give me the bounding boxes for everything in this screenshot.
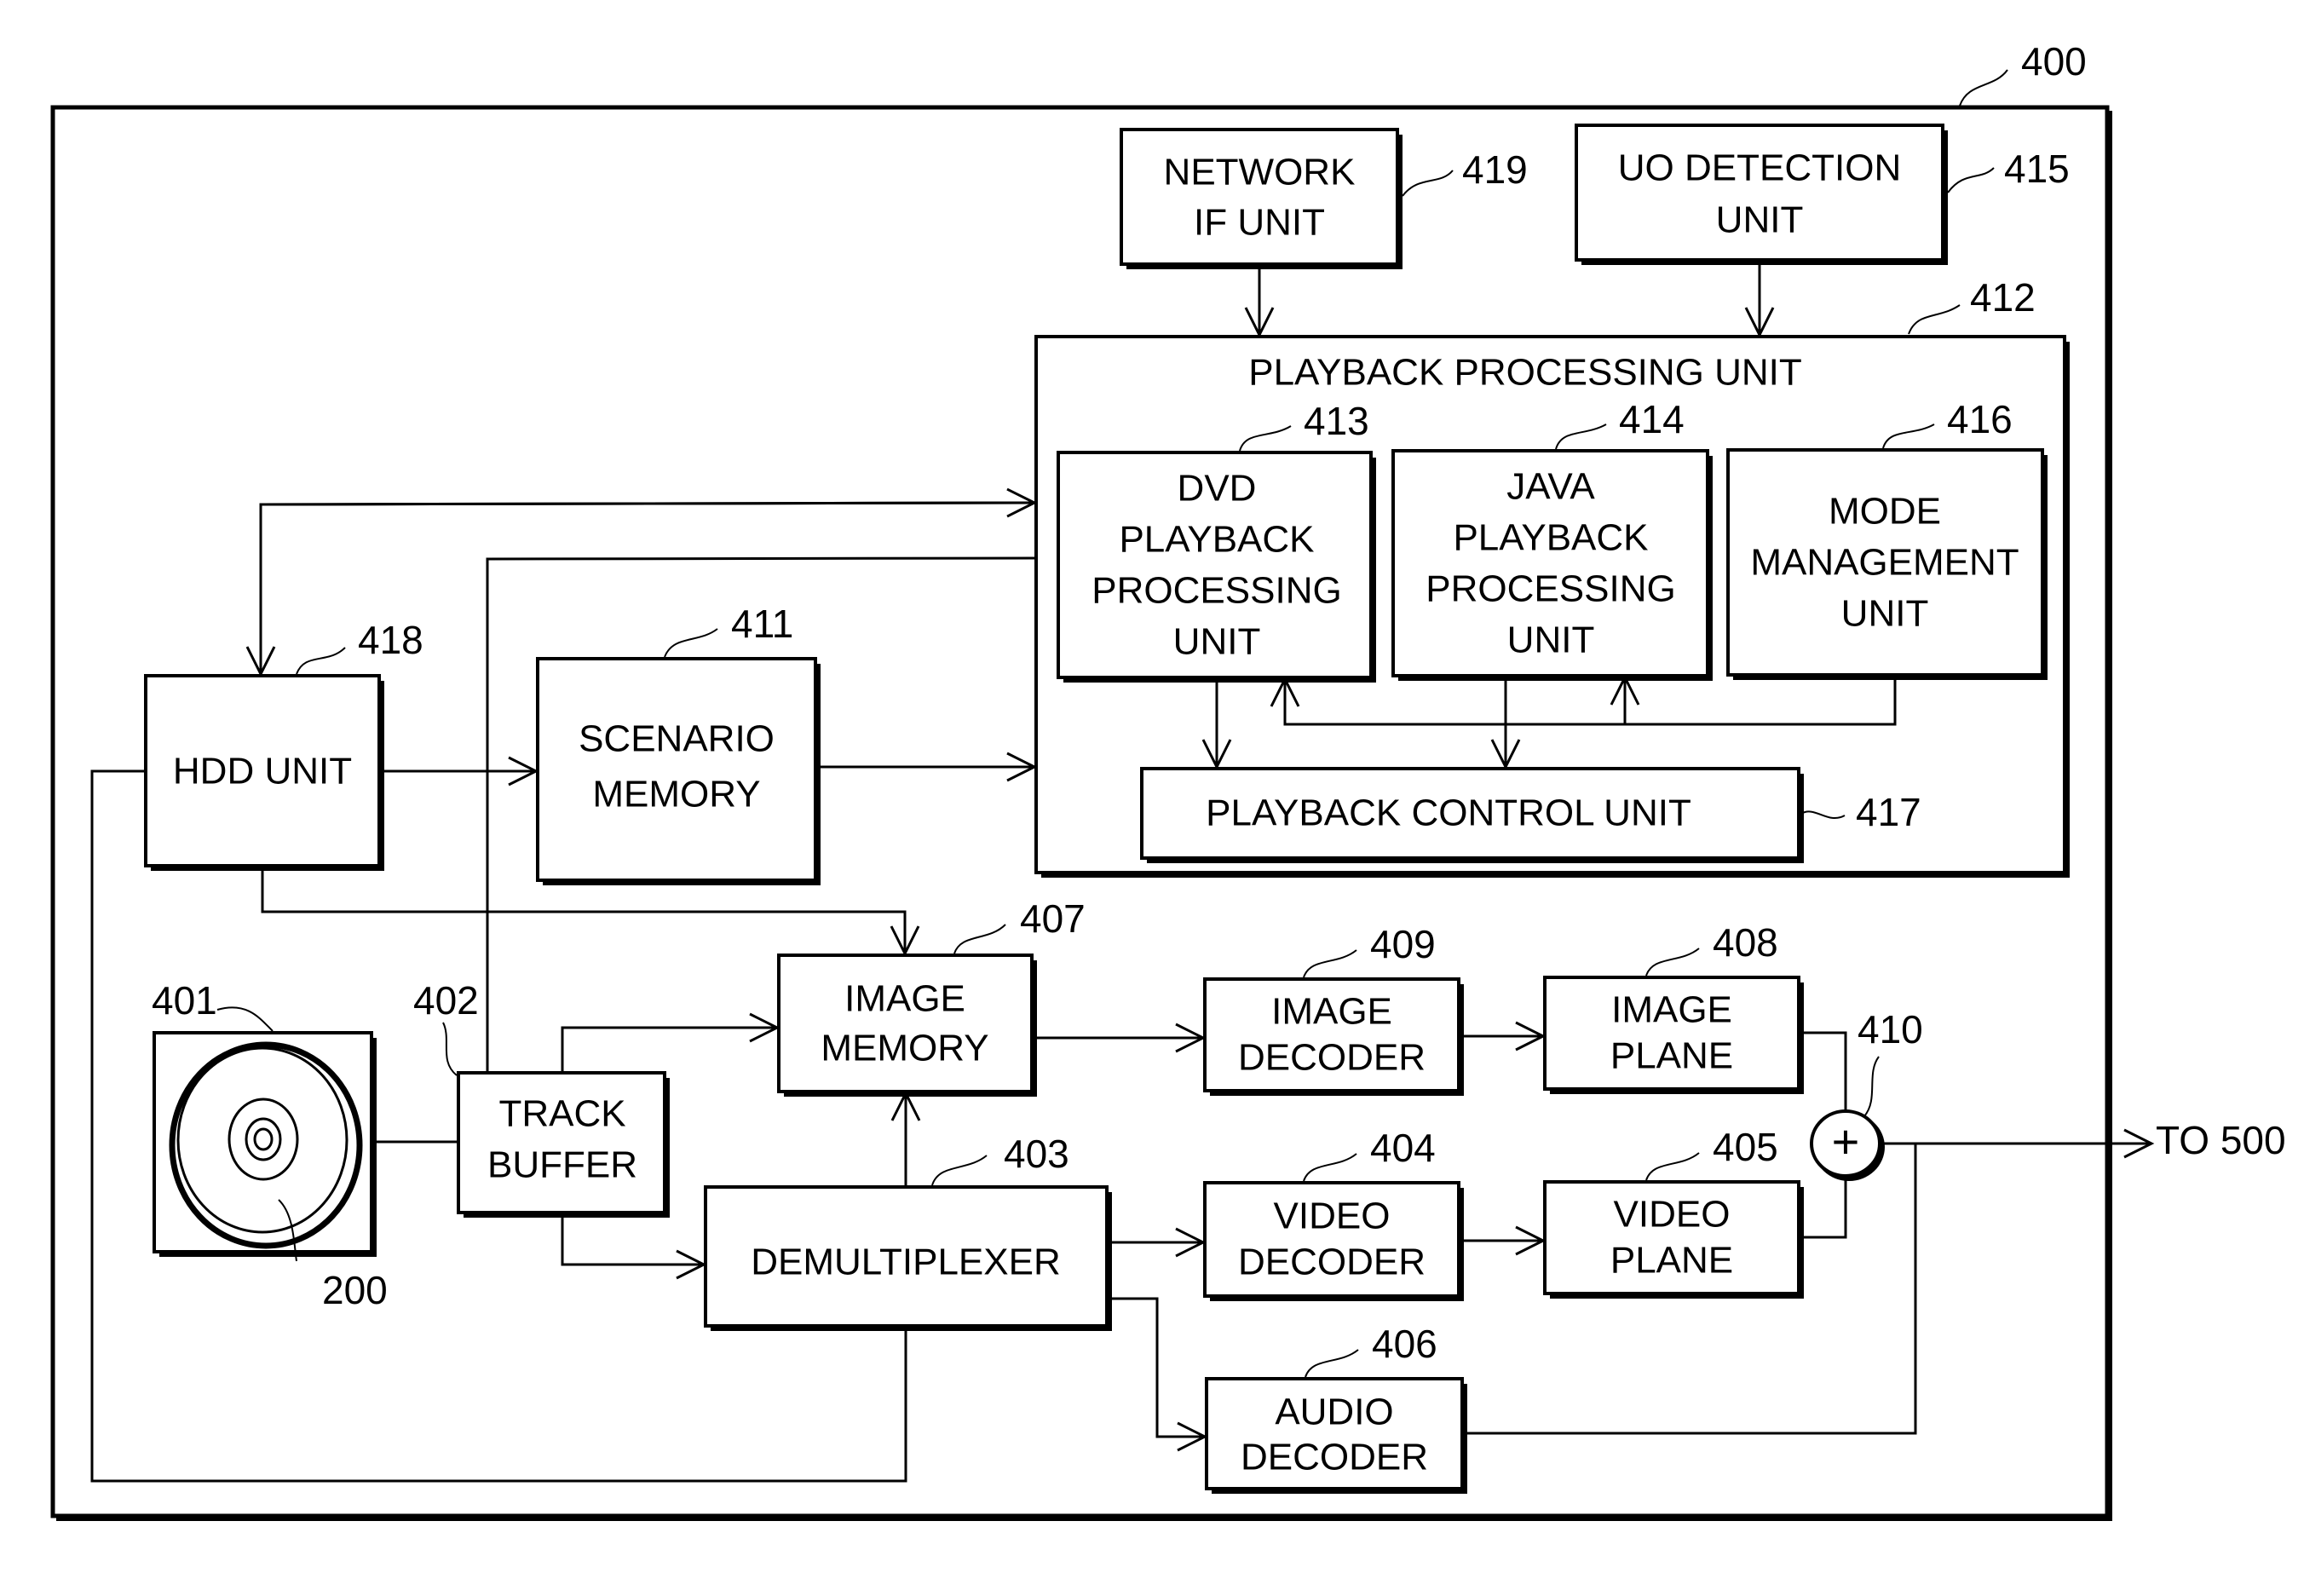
label-hdd: HDD UNIT xyxy=(173,751,352,792)
ref-411: 411 xyxy=(731,602,793,646)
label-audio-decoder-line1: AUDIO xyxy=(1275,1391,1393,1433)
ref-412: 412 xyxy=(1970,275,2036,320)
label-video-decoder-line1: VIDEO xyxy=(1274,1196,1391,1237)
label-mode-line1: MODE xyxy=(1829,491,1941,533)
label-image-memory-line2: MEMORY xyxy=(821,1028,988,1069)
ref-403: 403 xyxy=(1004,1132,1069,1176)
ref-402: 402 xyxy=(413,978,479,1023)
label-playback-control: PLAYBACK CONTROL UNIT xyxy=(1206,792,1691,834)
label-java-line3: PROCESSING xyxy=(1426,568,1675,610)
ref-413: 413 xyxy=(1304,399,1369,443)
label-dvd-line2: PLAYBACK xyxy=(1119,519,1314,561)
label-track-buffer-line2: BUFFER xyxy=(487,1144,637,1186)
label-mode-line3: UNIT xyxy=(1841,593,1929,635)
ref-416: 416 xyxy=(1947,397,2013,441)
label-demultiplexer: DEMULTIPLEXER xyxy=(751,1242,1061,1283)
ref-404: 404 xyxy=(1370,1126,1436,1170)
ref-406: 406 xyxy=(1372,1322,1437,1366)
ref-400: 400 xyxy=(2021,39,2087,84)
label-network-if-line1: NETWORK xyxy=(1164,152,1356,193)
label-scenario-line2: MEMORY xyxy=(592,774,760,815)
ref-418: 418 xyxy=(358,618,423,662)
label-track-buffer-line1: TRACK xyxy=(498,1093,625,1135)
label-java-line2: PLAYBACK xyxy=(1453,517,1648,559)
label-uo-detection-line1: UO DETECTION xyxy=(1618,147,1901,189)
label-image-memory-line1: IMAGE xyxy=(844,978,965,1020)
ref-405: 405 xyxy=(1713,1125,1778,1169)
ref-410: 410 xyxy=(1858,1007,1923,1052)
adder-plus-icon: + xyxy=(1832,1115,1860,1168)
playback-device-block-diagram: 400 NETWORK IF UNIT 419 UO DETECTION UNI… xyxy=(50,39,2286,1521)
label-java-line4: UNIT xyxy=(1507,619,1595,661)
label-dvd-line1: DVD xyxy=(1178,468,1257,510)
label-audio-decoder-line2: DECODER xyxy=(1241,1437,1428,1478)
label-scenario-line1: SCENARIO xyxy=(579,718,775,760)
ref-417: 417 xyxy=(1856,790,1921,834)
label-image-plane-line1: IMAGE xyxy=(1611,989,1732,1031)
label-dvd-line3: PROCESSING xyxy=(1092,570,1341,612)
ref-407: 407 xyxy=(1020,896,1086,941)
label-network-if-line2: IF UNIT xyxy=(1194,202,1325,244)
ref-408: 408 xyxy=(1713,920,1778,965)
ref-414: 414 xyxy=(1619,397,1685,441)
label-java-line1: JAVA xyxy=(1506,466,1595,508)
label-image-plane-line2: PLANE xyxy=(1610,1035,1733,1077)
leader-400 xyxy=(1959,69,2008,107)
ref-200: 200 xyxy=(322,1268,388,1312)
output-label-to-500: TO 500 xyxy=(2156,1118,2286,1162)
label-playback-processing-title: PLAYBACK PROCESSING UNIT xyxy=(1248,352,1802,394)
ref-401: 401 xyxy=(152,978,217,1023)
arrow-to-playback-top xyxy=(260,487,1038,518)
label-dvd-line4: UNIT xyxy=(1173,621,1261,663)
label-image-decoder-line1: IMAGE xyxy=(1271,991,1392,1033)
ref-419: 419 xyxy=(1462,147,1528,192)
label-video-plane-line2: PLANE xyxy=(1610,1240,1733,1282)
ref-415: 415 xyxy=(2004,147,2070,191)
ref-409: 409 xyxy=(1370,922,1436,966)
label-video-decoder-line2: DECODER xyxy=(1238,1242,1426,1283)
label-mode-line2: MANAGEMENT xyxy=(1750,542,2019,584)
label-image-decoder-line2: DECODER xyxy=(1238,1037,1426,1079)
label-uo-detection-line2: UNIT xyxy=(1716,199,1804,241)
label-video-plane-line1: VIDEO xyxy=(1614,1194,1731,1236)
